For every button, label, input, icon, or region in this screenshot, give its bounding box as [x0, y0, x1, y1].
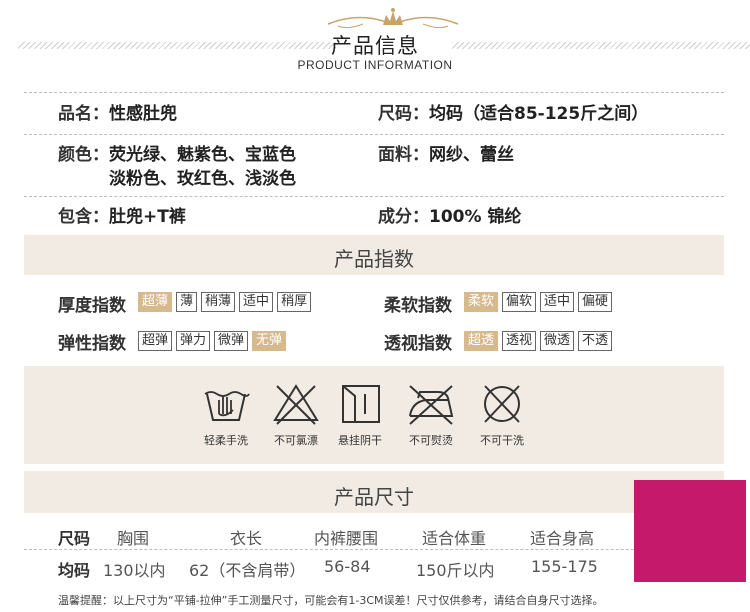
- divider: [24, 196, 724, 197]
- color-overlay-block: [634, 480, 746, 582]
- care-no-dry-clean: 不可干洗: [462, 380, 542, 448]
- name-value: 性感肚兜: [109, 104, 177, 124]
- care-label: 不可熨烫: [409, 434, 453, 447]
- transparency-options: 超透 透视 微透 不透: [464, 331, 616, 351]
- care-label: 轻柔手洗: [204, 434, 248, 447]
- size-row-weight: 150斤以内: [416, 561, 495, 580]
- include-value: 肚兜+T裤: [109, 207, 186, 227]
- divider: [24, 134, 724, 135]
- care-label: 不可干洗: [480, 434, 524, 447]
- care-label: 悬挂阴干: [338, 434, 382, 447]
- elasticity-label: 弹性指数: [58, 334, 126, 354]
- size-row-length: 62（不含肩带）: [189, 561, 306, 580]
- index-option: 微弹: [214, 331, 249, 351]
- product-includes: 包含：肚兜+T裤: [58, 205, 186, 229]
- no-iron-icon: [409, 385, 454, 425]
- divider: [24, 549, 724, 550]
- softness-label: 柔软指数: [384, 296, 452, 316]
- index-option: 柔软: [464, 292, 499, 312]
- care-hang-dry: 悬挂阴干: [320, 380, 400, 448]
- color-label: 颜色：: [58, 145, 109, 165]
- index-band: 产品指数: [24, 235, 724, 275]
- page-subtitle: PRODUCT INFORMATION: [297, 58, 453, 72]
- crown-ornament-icon: [327, 8, 459, 29]
- size-row-waist: 56-84: [324, 557, 371, 576]
- index-option: 稍薄: [201, 292, 236, 312]
- index-option: 薄: [176, 292, 198, 312]
- index-title: 产品指数: [334, 247, 414, 271]
- divider: [24, 92, 724, 93]
- color-line-2: 淡粉色、玫红色、浅淡色: [109, 169, 296, 189]
- index-option: 偏硬: [578, 292, 613, 312]
- product-size: 尺码：均码（适合85-125斤之间）: [378, 102, 648, 126]
- page-title: 产品信息: [331, 34, 419, 58]
- index-option: 适中: [540, 292, 575, 312]
- size-band: 产品尺寸: [24, 471, 724, 513]
- index-option: 超薄: [138, 292, 173, 312]
- include-label: 包含：: [58, 207, 109, 227]
- elasticity-options: 超弹 弹力 微弹 无弹: [138, 331, 290, 351]
- index-option: 超弹: [138, 331, 173, 351]
- size-row-size: 均码: [58, 561, 91, 580]
- name-label: 品名：: [58, 104, 109, 124]
- index-option: 稍厚: [277, 292, 312, 312]
- size-header-weight: 适合体重: [422, 529, 487, 548]
- index-option: 弹力: [176, 331, 211, 351]
- no-bleach-icon: [273, 384, 319, 425]
- product-composition: 成分：100% 锦纶: [378, 205, 521, 229]
- index-option: 无弹: [252, 331, 287, 351]
- size-header-size: 尺码: [58, 529, 91, 548]
- size-header-bust: 胸围: [117, 529, 150, 548]
- index-option: 偏软: [502, 292, 537, 312]
- size-row-height: 155-175: [531, 557, 598, 576]
- index-option: 适中: [239, 292, 274, 312]
- product-colors: 颜色：荧光绿、魅紫色、宝蓝色 淡粉色、玫红色、浅淡色: [58, 143, 296, 191]
- no-dry-clean-icon: [484, 385, 520, 423]
- softness-options: 柔软 偏软 适中 偏硬: [464, 292, 616, 312]
- composition-value: 100% 锦纶: [429, 207, 522, 227]
- size-header-length: 衣长: [230, 529, 263, 548]
- index-option: 不透: [578, 331, 613, 351]
- hand-wash-icon: [204, 391, 250, 421]
- thickness-options: 超薄薄稍薄 适中 稍厚: [138, 292, 315, 312]
- size-header-height: 适合身高: [530, 529, 595, 548]
- color-line-1: 荧光绿、魅紫色、宝蓝色: [109, 145, 296, 165]
- transparency-label: 透视指数: [384, 334, 452, 354]
- index-option: 微透: [540, 331, 575, 351]
- hang-dry-icon: [342, 385, 380, 423]
- size-label: 尺码：: [378, 104, 429, 124]
- size-header-waist: 内裤腰围: [314, 529, 379, 548]
- footnote: 温馨提醒：以上尺寸为“平铺-拉伸”手工测量尺寸，可能会有1-3CM误差！尺寸仅供…: [58, 594, 604, 607]
- product-fabric: 面料：网纱、蕾丝: [378, 143, 514, 167]
- size-title: 产品尺寸: [334, 485, 414, 509]
- size-row-bust: 130以内: [103, 561, 166, 580]
- fabric-label: 面料：: [378, 145, 429, 165]
- composition-label: 成分：: [378, 207, 429, 227]
- care-no-iron: 不可熨烫: [391, 380, 471, 448]
- size-value: 均码（适合85-125斤之间）: [429, 104, 649, 124]
- care-hand-wash: 轻柔手洗: [186, 380, 266, 448]
- index-option: 超透: [464, 331, 499, 351]
- index-option: 透视: [502, 331, 537, 351]
- thickness-label: 厚度指数: [58, 296, 126, 316]
- product-name: 品名：性感肚兜: [58, 102, 177, 126]
- fabric-value: 网纱、蕾丝: [429, 145, 514, 165]
